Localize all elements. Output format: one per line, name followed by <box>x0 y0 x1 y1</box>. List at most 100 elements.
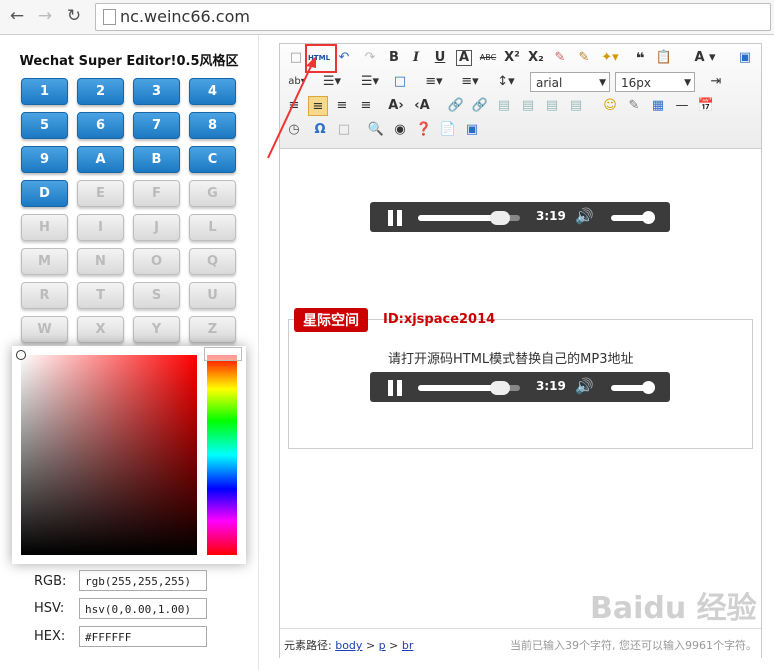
font-size-select[interactable]: 16px ▼ <box>615 72 695 92</box>
style-key-2[interactable]: 2 <box>77 78 124 105</box>
style-key-x[interactable]: X <box>77 316 124 343</box>
pause-icon[interactable] <box>388 210 404 226</box>
style-key-g[interactable]: G <box>189 180 236 207</box>
style-key-e[interactable]: E <box>77 180 124 207</box>
style-key-w[interactable]: W <box>21 316 68 343</box>
style-key-9[interactable]: 9 <box>21 146 68 173</box>
eraser-icon[interactable]: ✎ <box>550 48 570 68</box>
style-key-h[interactable]: H <box>21 214 68 241</box>
time-icon[interactable]: ◷ <box>284 120 304 140</box>
style-key-b[interactable]: B <box>133 146 180 173</box>
unordered-list-icon[interactable]: ☰▾ <box>356 72 384 92</box>
image-placeholder-icon[interactable]: □ <box>334 120 354 140</box>
style-key-l[interactable]: L <box>189 214 236 241</box>
hue-slider[interactable] <box>207 355 237 555</box>
back-arrow-icon[interactable]: ← <box>6 5 28 27</box>
rgb-field[interactable]: rgb(255,255,255) <box>79 570 207 591</box>
background-icon[interactable]: ▣ <box>462 120 482 140</box>
horizontal-rule-icon[interactable]: — <box>672 96 692 116</box>
format-brush-icon[interactable]: ✎ <box>574 48 594 68</box>
indent-icon[interactable]: ⇥ <box>706 72 726 92</box>
case-convert-icon[interactable]: ab▾ <box>284 72 310 92</box>
date-icon[interactable]: 📅 <box>696 96 716 116</box>
row-spacing-icon[interactable]: ↕▾ <box>492 72 520 92</box>
color-picker-handle[interactable] <box>16 350 26 360</box>
new-document-icon[interactable]: □ <box>286 48 306 68</box>
redo-icon[interactable]: ↷ <box>360 48 380 68</box>
underline-icon[interactable]: U <box>430 48 450 68</box>
template-icon[interactable]: 📄 <box>438 120 458 140</box>
forward-arrow-icon[interactable]: → <box>34 5 56 27</box>
search-replace-icon[interactable]: 🔍 <box>366 120 386 140</box>
unlink-icon[interactable]: 🔗 <box>470 96 490 116</box>
style-key-c[interactable]: C <box>189 146 236 173</box>
style-key-8[interactable]: 8 <box>189 112 236 139</box>
subscript-icon[interactable]: X₂ <box>526 48 546 68</box>
table-icon[interactable]: ▦ <box>648 96 668 116</box>
style-key-7[interactable]: 7 <box>133 112 180 139</box>
font-family-select[interactable]: arial ▼ <box>530 72 610 92</box>
text-direction-ltr-icon[interactable]: A› <box>386 96 406 116</box>
scrawl-icon[interactable]: ✎ <box>624 96 644 116</box>
style-key-m[interactable]: M <box>21 248 68 275</box>
pause-icon[interactable] <box>388 380 404 396</box>
align-right-icon[interactable]: ≡ <box>332 96 352 116</box>
image-right-icon[interactable]: ▤ <box>518 96 538 116</box>
style-key-z[interactable]: Z <box>189 316 236 343</box>
path-item-p[interactable]: p <box>379 639 386 652</box>
audio-player[interactable]: 3:19 🔊 <box>370 202 670 232</box>
paragraph-spacing-icon[interactable]: ≡▾ <box>456 72 484 92</box>
style-key-3[interactable]: 3 <box>133 78 180 105</box>
style-key-t[interactable]: T <box>77 282 124 309</box>
link-icon[interactable]: 🔗 <box>446 96 466 116</box>
bold-icon[interactable]: B <box>384 48 404 68</box>
reload-icon[interactable]: ↻ <box>63 5 85 27</box>
magic-wand-icon[interactable]: ✦▾ <box>600 48 620 68</box>
help-icon[interactable]: ❓ <box>414 120 434 140</box>
font-color-icon[interactable]: A ▾ <box>690 48 720 68</box>
style-key-4[interactable]: 4 <box>189 78 236 105</box>
preview-icon[interactable]: ▣ <box>735 48 755 68</box>
quote-icon[interactable]: ❝ <box>630 48 650 68</box>
style-key-6[interactable]: 6 <box>77 112 124 139</box>
progress-track[interactable] <box>418 211 520 225</box>
style-key-r[interactable]: R <box>21 282 68 309</box>
style-key-n[interactable]: N <box>77 248 124 275</box>
progress-track[interactable] <box>418 381 520 395</box>
align-center-icon[interactable]: ≡ <box>308 96 328 116</box>
hue-slider-handle[interactable] <box>204 347 242 361</box>
paste-text-icon[interactable]: 📋 <box>654 48 674 68</box>
undo-icon[interactable]: ↶ <box>334 48 354 68</box>
style-key-i[interactable]: I <box>77 214 124 241</box>
volume-icon[interactable]: 🔊 <box>575 207 594 225</box>
style-key-a[interactable]: A <box>77 146 124 173</box>
emoticon-icon[interactable]: ☺ <box>600 96 620 116</box>
special-chars-icon[interactable]: Ω <box>310 120 330 140</box>
style-key-j[interactable]: J <box>133 214 180 241</box>
text-direction-rtl-icon[interactable]: ‹A <box>412 96 432 116</box>
text-border-icon[interactable]: A <box>456 50 472 66</box>
editor-content[interactable]: 3:19 🔊 星际空间 ID:xjspace2014 请打开源码HTML模式替换… <box>280 149 761 627</box>
hsv-field[interactable]: hsv(0,0.00,1.00) <box>79 598 207 619</box>
strikethrough-icon[interactable]: ABC <box>478 48 498 68</box>
style-key-f[interactable]: F <box>133 180 180 207</box>
line-height-icon[interactable]: ≡▾ <box>420 72 448 92</box>
audio-player[interactable]: 3:19 🔊 <box>370 372 670 402</box>
italic-icon[interactable]: I <box>406 48 426 68</box>
style-key-5[interactable]: 5 <box>21 112 68 139</box>
progress-thumb[interactable] <box>489 211 510 225</box>
address-bar[interactable]: nc.weinc66.com <box>95 3 771 31</box>
hex-field[interactable]: #FFFFFF <box>79 626 207 647</box>
style-key-q[interactable]: Q <box>189 248 236 275</box>
style-key-1[interactable]: 1 <box>21 78 68 105</box>
image-left-icon[interactable]: ▤ <box>494 96 514 116</box>
style-key-o[interactable]: O <box>133 248 180 275</box>
superscript-icon[interactable]: X² <box>502 48 522 68</box>
style-key-d[interactable]: D <box>21 180 68 207</box>
align-justify-icon[interactable]: ≡ <box>356 96 376 116</box>
image-center-icon[interactable]: ▤ <box>566 96 586 116</box>
paragraph-icon[interactable]: □ <box>390 72 410 92</box>
volume-icon[interactable]: 🔊 <box>575 377 594 395</box>
style-key-s[interactable]: S <box>133 282 180 309</box>
style-key-y[interactable]: Y <box>133 316 180 343</box>
